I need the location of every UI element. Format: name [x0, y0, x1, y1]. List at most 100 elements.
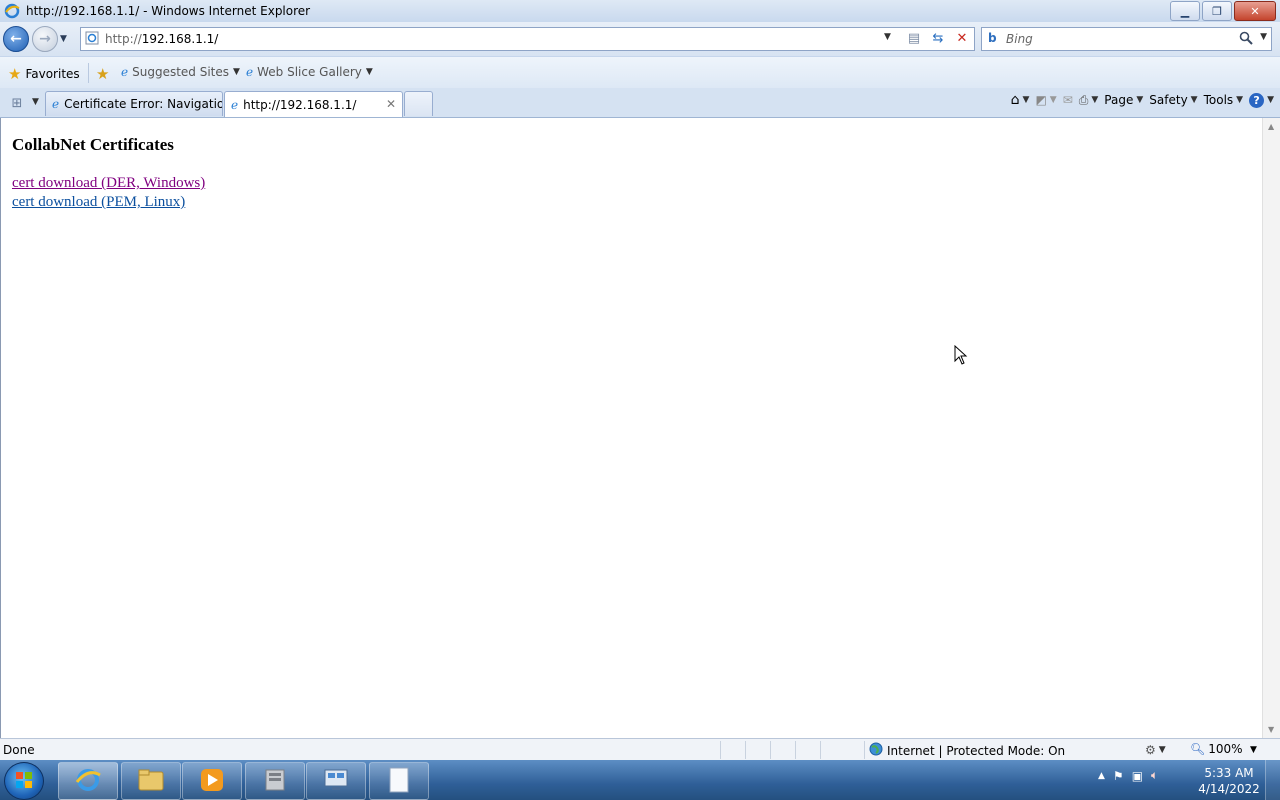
title-bar: http://192.168.1.1/ - Windows Internet E…: [0, 0, 1280, 23]
search-box[interactable]: b Bing ▼: [981, 27, 1272, 51]
start-button[interactable]: [4, 762, 44, 800]
protected-mode-icon: ⚙: [1145, 743, 1156, 757]
star-icon: ★: [8, 65, 22, 83]
mouse-cursor-icon: [954, 344, 968, 368]
home-button[interactable]: ⌂ ▼: [1011, 92, 1030, 108]
compatibility-view-button[interactable]: ▤: [903, 29, 925, 47]
folder-icon: [137, 768, 165, 795]
search-options-dropdown[interactable]: ▼: [1260, 32, 1267, 42]
divider: [720, 741, 721, 759]
recent-pages-dropdown[interactable]: ▼: [60, 34, 67, 44]
stop-button[interactable]: ✕: [951, 29, 973, 47]
address-bar[interactable]: http://192.168.1.1/ ▼ ▤ ⇆ ✕: [80, 27, 975, 51]
media-player-icon: [199, 767, 225, 796]
tab-list-dropdown[interactable]: ▼: [32, 97, 39, 107]
taskbar-ie-button[interactable]: [58, 762, 118, 800]
help-button[interactable]: ? ▼: [1249, 92, 1274, 108]
bing-icon: b: [988, 31, 997, 45]
tab-current[interactable]: ℯ http://192.168.1.1/ ✕: [224, 91, 403, 117]
chevron-down-icon: ▼: [1022, 95, 1030, 105]
vertical-scrollbar[interactable]: ▲ ▼: [1262, 118, 1280, 738]
cert-download-der-link[interactable]: cert download (DER, Windows): [12, 175, 205, 192]
back-button[interactable]: ←: [3, 26, 29, 52]
favorites-button[interactable]: ★ Favorites: [8, 65, 80, 83]
tab-label: Certificate Error: Navigatio...: [64, 97, 223, 111]
quick-tabs-button[interactable]: ⊞: [6, 93, 28, 113]
change-status-bar-button[interactable]: ⚙ ▼: [1145, 743, 1166, 757]
refresh-icon: ⇆: [932, 30, 944, 46]
ie-page-icon: ℯ: [52, 97, 60, 111]
taskbar-notepad-button[interactable]: [369, 762, 429, 800]
clock-date: 4/14/2022: [1198, 782, 1260, 796]
page-menu-label: Page: [1104, 93, 1134, 107]
suggested-sites-button[interactable]: ℯ Suggested Sites ▼: [121, 65, 240, 79]
network-status-icon[interactable]: ▣: [1132, 769, 1143, 783]
navigation-bar: ← → ▼ http://192.168.1.1/ ▼ ▤ ⇆ ✕ b Bing…: [0, 22, 1280, 56]
restore-button[interactable]: ❐: [1202, 1, 1232, 21]
page-icon: [85, 31, 99, 48]
volume-muted-icon[interactable]: 🔈︎: [1151, 768, 1158, 783]
scroll-down-icon[interactable]: ▼: [1268, 725, 1274, 734]
page-title: CollabNet Certificates: [12, 135, 174, 154]
refresh-button[interactable]: ⇆: [927, 29, 949, 47]
help-icon: ?: [1249, 92, 1265, 108]
rss-icon: ◩: [1035, 93, 1047, 107]
restore-icon: ❐: [1212, 4, 1222, 18]
add-to-favorites-bar-button[interactable]: ★: [96, 65, 109, 83]
safety-menu-button[interactable]: Safety ▼: [1149, 93, 1197, 107]
mail-icon: ✉: [1062, 93, 1073, 107]
action-center-flag-icon[interactable]: ⚑: [1113, 769, 1124, 783]
chevron-down-icon: ▼: [1136, 95, 1144, 105]
search-placeholder[interactable]: Bing: [1006, 32, 1033, 46]
document-icon: [388, 766, 410, 797]
read-mail-button[interactable]: ✉: [1063, 93, 1073, 107]
cert-download-pem-link[interactable]: cert download (PEM, Linux): [12, 194, 185, 211]
address-url[interactable]: http://192.168.1.1/: [105, 32, 218, 46]
show-desktop-button[interactable]: [1265, 760, 1280, 800]
web-slice-gallery-label: Web Slice Gallery: [257, 65, 362, 79]
tools-menu-button[interactable]: Tools ▼: [1204, 93, 1243, 107]
feeds-button[interactable]: ◩ ▼: [1035, 93, 1056, 107]
minimize-button[interactable]: ▁: [1170, 1, 1200, 21]
ie-page-icon: ℯ: [121, 65, 129, 79]
tab-label: http://192.168.1.1/: [243, 97, 357, 112]
status-bar: Done Internet | Protected Mode: On ⚙ ▼ 🔍︎…: [0, 738, 1280, 761]
taskbar-media-player-button[interactable]: [182, 762, 242, 800]
zoom-icon: 🔍︎: [1190, 742, 1206, 756]
search-icon[interactable]: [1239, 31, 1253, 48]
tab-certificate-error[interactable]: ℯ Certificate Error: Navigatio...: [45, 91, 223, 116]
back-arrow-icon: ←: [10, 31, 22, 47]
security-zone[interactable]: Internet | Protected Mode: On: [869, 742, 1065, 759]
zone-label: Internet | Protected Mode: On: [887, 743, 1066, 758]
taskbar-explorer-button[interactable]: [121, 762, 181, 800]
zoom-level-button[interactable]: 🔍︎ 100%: [1190, 742, 1243, 756]
minimize-icon: ▁: [1180, 4, 1190, 18]
web-slice-gallery-button[interactable]: ℯ Web Slice Gallery ▼: [246, 65, 373, 79]
scroll-up-icon[interactable]: ▲: [1268, 122, 1274, 131]
command-bar: ⌂ ▼ ◩ ▼ ✉ ⎙ ▼ Page ▼ Safety ▼ Tools ▼ ? ▼: [1011, 92, 1274, 108]
forward-button[interactable]: →: [32, 26, 58, 52]
taskbar-remote-desktop-button[interactable]: [306, 762, 366, 800]
show-hidden-icons-icon[interactable]: ▲: [1098, 771, 1105, 781]
system-clock[interactable]: 5:33 AM 4/14/2022: [1198, 765, 1260, 797]
clock-time: 5:33 AM: [1204, 766, 1254, 780]
print-button[interactable]: ⎙ ▼: [1079, 93, 1099, 108]
window-title: http://192.168.1.1/ - Windows Internet E…: [26, 4, 311, 18]
ie-page-icon: ℯ: [231, 97, 239, 112]
close-window-button[interactable]: ✕: [1234, 1, 1276, 21]
chevron-down-icon: ▼: [365, 67, 373, 77]
home-icon: ⌂: [1010, 92, 1020, 108]
chevron-down-icon: ▼: [1158, 745, 1166, 755]
stop-icon: ✕: [956, 30, 968, 46]
chevron-down-icon: ▼: [1267, 95, 1274, 105]
close-tab-icon[interactable]: ✕: [386, 97, 396, 111]
divider: [745, 741, 746, 759]
page-content: CollabNet Certificates cert download (DE…: [0, 118, 1263, 738]
taskbar-server-manager-button[interactable]: [245, 762, 305, 800]
page-menu-button[interactable]: Page ▼: [1104, 93, 1143, 107]
ie-icon: [4, 3, 20, 22]
zoom-dropdown[interactable]: ▼: [1250, 745, 1257, 755]
address-dropdown[interactable]: ▼: [884, 32, 891, 42]
favorites-label: Favorites: [25, 67, 80, 81]
new-tab-button[interactable]: [404, 91, 433, 116]
